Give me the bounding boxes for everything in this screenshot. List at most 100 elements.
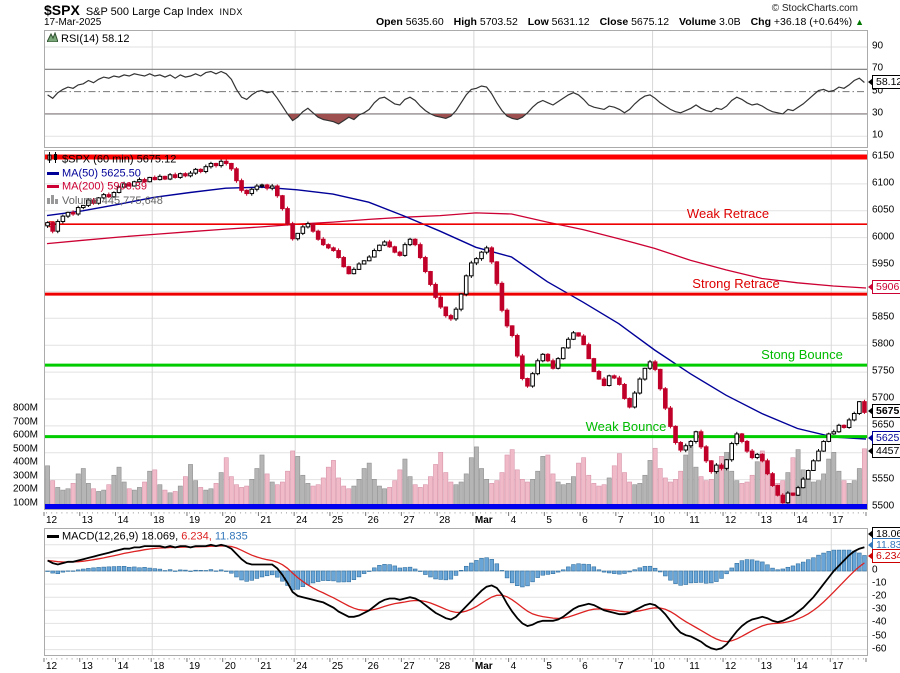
x-axis-label: 13 xyxy=(82,515,93,526)
price-axis-label: 5950 xyxy=(872,258,894,269)
macd-legend: MACD(12,26,9) 18.069, 6.234, 11.835 xyxy=(47,530,248,543)
price-axis-label: 5550 xyxy=(872,473,894,484)
exchange-label: INDX xyxy=(219,7,243,17)
high-label: High xyxy=(454,16,477,28)
rsi-plot xyxy=(45,31,867,147)
macd-value-tag: 6.234 xyxy=(872,549,900,563)
annotation-label: Weak Bounce xyxy=(586,419,667,434)
open-label: Open xyxy=(376,16,403,28)
x-axis-label: Mar xyxy=(475,661,493,672)
macd-legend-value: 11.835 xyxy=(212,530,248,542)
price-value-tag: 5906.39 xyxy=(872,280,900,294)
rsi-legend-text: RSI(14) 58.12 xyxy=(61,33,129,45)
x-axis-label: 7 xyxy=(618,661,624,672)
price-axis-label: 6050 xyxy=(872,204,894,215)
macd-plot xyxy=(45,529,867,655)
rsi-axis-label: 30 xyxy=(872,107,883,118)
x-axis-label: 21 xyxy=(260,515,271,526)
price-value-tag: 5625.50 xyxy=(872,431,900,445)
x-axis-label: 14 xyxy=(797,515,808,526)
x-axis-label: 21 xyxy=(260,661,271,672)
macd-axis-label: -20 xyxy=(872,591,886,602)
volume-axis-label: 100M xyxy=(0,497,38,508)
x-axis-label: 28 xyxy=(439,515,450,526)
x-axis-label: 28 xyxy=(439,661,450,672)
x-axis-label: 7 xyxy=(618,515,624,526)
volume-axis-label: 700M xyxy=(0,416,38,427)
x-axis-label: 12 xyxy=(725,661,736,672)
copyright-label: © StockCharts.com xyxy=(772,3,858,14)
x-axis-label: 12 xyxy=(725,515,736,526)
volume-axis-label: 200M xyxy=(0,484,38,495)
x-axis-label: 6 xyxy=(582,661,588,672)
macd-panel xyxy=(44,528,868,656)
x-axis-label: Mar xyxy=(475,515,493,526)
x-axis-label: 19 xyxy=(189,515,200,526)
ma200-legend-text: MA(200) 5906.39 xyxy=(62,181,147,193)
price-axis-label: 6150 xyxy=(872,151,894,162)
price-axis-label: 5850 xyxy=(872,312,894,323)
x-axis-label: 10 xyxy=(654,661,665,672)
price-axis-label: 5650 xyxy=(872,419,894,430)
x-axis-label: 14 xyxy=(797,661,808,672)
close-label: Close xyxy=(600,16,629,28)
price-axis-label: 6000 xyxy=(872,231,894,242)
price-value-tag: 5675.12 xyxy=(872,404,900,418)
macd-axis-label: 0 xyxy=(872,565,878,576)
macd-axis-label: -30 xyxy=(872,604,886,615)
x-axis-label: 5 xyxy=(546,661,552,672)
rsi-panel xyxy=(44,30,868,148)
symbol-label: $SPX xyxy=(44,2,80,18)
rsi-area-icon xyxy=(47,32,58,46)
rsi-value-tag: 58.12 xyxy=(872,75,900,89)
x-axis-label: 20 xyxy=(225,515,236,526)
symbol-legend-text: $SPX (60 min) 5675.12 xyxy=(62,153,176,165)
x-axis-label: 26 xyxy=(368,661,379,672)
macd-axis-label: -10 xyxy=(872,578,886,589)
x-axis-label: 13 xyxy=(761,661,772,672)
annotation-label: Stong Bounce xyxy=(761,347,843,362)
stockchart-root: $SPXS&P 500 Large Cap IndexINDX © StockC… xyxy=(0,0,900,673)
volume-axis-label: 500M xyxy=(0,443,38,454)
volume-label: Volume xyxy=(679,16,716,28)
x-axis-label: 27 xyxy=(403,661,414,672)
macd-legend-values: 18.069, 6.234, 11.835 xyxy=(141,530,247,542)
macd-legend-name: MACD(12,26,9) xyxy=(62,530,138,542)
x-axis-label: 11 xyxy=(689,515,699,526)
close-value: 5675.12 xyxy=(631,16,669,28)
quote-summary: Open 5635.60 High 5703.52 Low 5631.12 Cl… xyxy=(376,16,864,28)
price-axis-label: 5700 xyxy=(872,392,894,403)
volume-axis-label: 800M xyxy=(0,403,38,414)
x-axis-label: 17 xyxy=(832,661,843,672)
x-axis-label: 12 xyxy=(46,515,57,526)
x-axis-label: 12 xyxy=(46,661,57,672)
chg-up-arrow-icon: ▲ xyxy=(855,17,864,27)
x-axis-label: 14 xyxy=(117,661,128,672)
x-axis-label: 10 xyxy=(654,515,665,526)
macd-axis-label: -50 xyxy=(872,630,886,641)
low-label: Low xyxy=(528,16,549,28)
rsi-axis-label: 70 xyxy=(872,63,883,74)
x-axis-label: 18 xyxy=(153,515,164,526)
high-value: 5703.52 xyxy=(480,16,518,28)
x-axis-label: 26 xyxy=(368,515,379,526)
x-axis-label: 13 xyxy=(82,661,93,672)
chg-value: +36.18 (+0.64%) xyxy=(774,16,852,28)
rsi-legend: RSI(14) 58.12 xyxy=(47,32,129,46)
price-legend: $SPX (60 min) 5675.12 MA(50) 5625.50 MA(… xyxy=(47,152,176,208)
annotation-label: Weak Retrace xyxy=(687,206,769,221)
chg-label: Chg xyxy=(751,16,771,28)
x-axis-label: 13 xyxy=(761,515,772,526)
macd-legend-value: 6.234, xyxy=(178,530,212,542)
low-value: 5631.12 xyxy=(552,16,590,28)
x-axis-label: 4 xyxy=(511,515,517,526)
price-axis-label: 5500 xyxy=(872,500,894,511)
x-axis-label: 5 xyxy=(546,515,552,526)
x-axis-label: 19 xyxy=(189,661,200,672)
price-axis-label: 6100 xyxy=(872,177,894,188)
x-axis-label: 20 xyxy=(225,661,236,672)
x-axis-label: 27 xyxy=(403,515,414,526)
macd-legend-value: 18.069, xyxy=(141,530,178,542)
volume-legend-text: Volume 445,775,648 xyxy=(62,195,163,207)
chart-date: 17-Mar-2025 xyxy=(44,17,101,28)
